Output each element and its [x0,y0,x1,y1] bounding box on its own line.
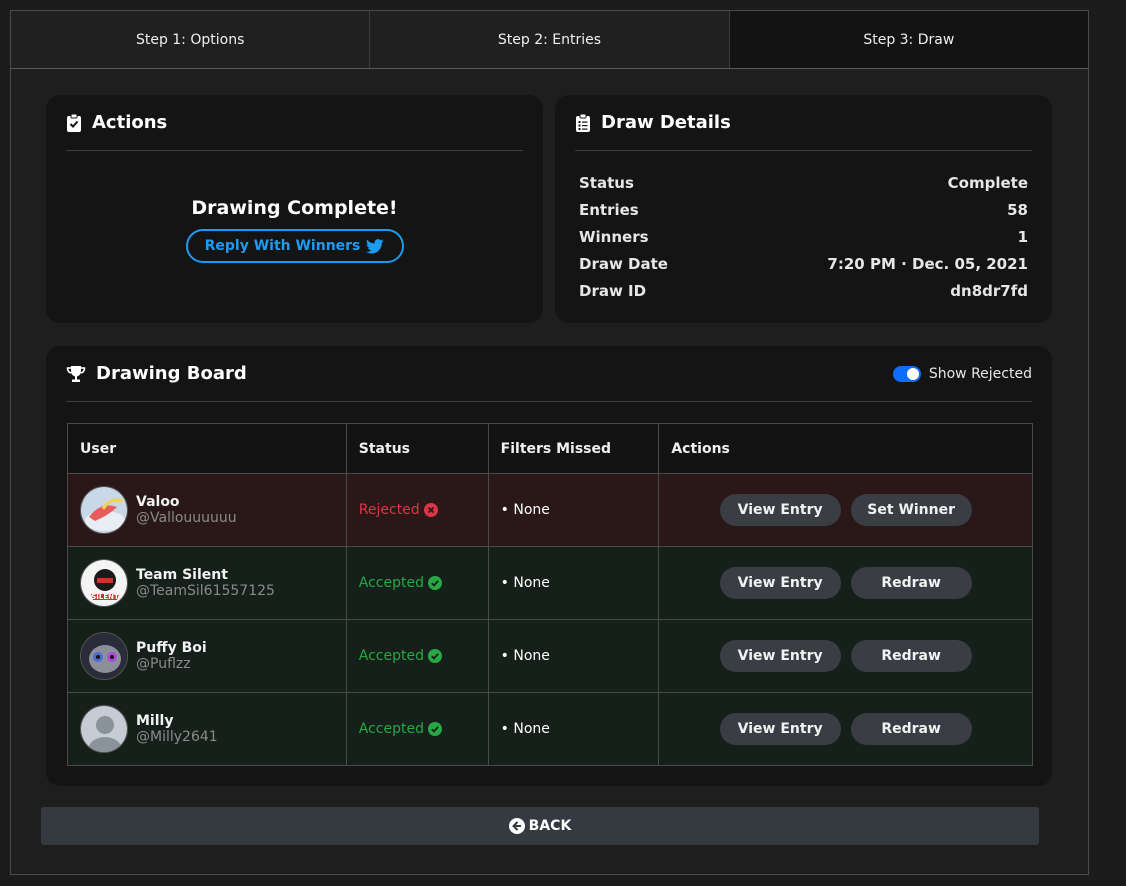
view-entry-button[interactable]: View Entry [719,713,841,745]
user-name: Puffy Boi [136,640,207,656]
detail-label: Winners [579,227,649,246]
column-header-user[interactable]: User [67,423,347,474]
actions-card: Actions Drawing Complete! Reply With Win… [46,95,543,323]
user-handle[interactable]: @TeamSil61557125 [136,583,275,599]
draw-wizard: Step 1: Options Step 2: Entries Step 3: … [10,10,1089,875]
avatar [80,486,128,534]
draw-details-header: Draw Details [575,95,1032,151]
table-row: Valoo @Vallouuuuuu Rejected • None View … [67,473,1033,547]
view-entry-button[interactable]: View Entry [719,567,841,599]
draw-details-card: Draw Details Status Complete Entries 58 … [555,95,1052,323]
table-row: Milly @Milly2641 Accepted • None View En… [67,692,1033,766]
back-button[interactable]: BACK [41,807,1039,845]
filters-missed: • None [487,546,660,620]
actions-card-header: Actions [66,95,523,151]
table-header-row: User Status Filters Missed Actions [67,423,1033,474]
arrow-circle-left-icon [508,818,525,834]
status-text: Accepted [358,721,424,737]
status-text: Rejected [358,502,420,518]
detail-label: Entries [579,200,639,219]
detail-value: Complete [947,173,1028,192]
user-handle[interactable]: @Vallouuuuuu [136,510,237,526]
detail-row-draw-id: Draw ID dn8dr7fd [579,277,1028,304]
user-name: Team Silent [136,567,228,583]
check-circle-icon [428,649,442,663]
show-rejected-control: Show Rejected [892,365,1032,382]
user-name: Milly [136,713,174,729]
back-label: BACK [528,818,572,834]
tab-step-3-draw[interactable]: Step 3: Draw [729,11,1088,68]
detail-label: Status [579,173,634,192]
check-circle-icon [428,722,442,736]
reply-with-winners-label: Reply With Winners [204,238,361,254]
avatar [80,705,128,753]
draw-details-list: Status Complete Entries 58 Winners 1 Dra… [579,169,1028,304]
user-handle[interactable]: @Milly2641 [136,729,218,745]
filters-missed: • None [487,619,660,693]
clipboard-check-icon [67,113,81,132]
view-entry-button[interactable]: View Entry [719,494,841,526]
actions-card-title: Actions [92,112,168,133]
user-name: Valoo [136,494,180,510]
detail-value: dn8dr7fd [950,281,1028,300]
step-tabs: Step 1: Options Step 2: Entries Step 3: … [11,11,1088,69]
drawing-complete-text: Drawing Complete! [191,197,398,219]
status-badge: Accepted [359,648,476,664]
tab-step-2-entries[interactable]: Step 2: Entries [370,11,730,68]
set-winner-button[interactable]: Set Winner [850,494,972,526]
avatar [80,632,128,680]
status-text: Accepted [358,648,424,664]
drawing-board-card: Drawing Board Show Rejected User Status … [46,346,1052,786]
check-circle-icon [428,576,442,590]
column-header-filters-missed[interactable]: Filters Missed [487,423,660,474]
detail-row-status: Status Complete [579,169,1028,196]
column-header-actions[interactable]: Actions [658,423,1033,474]
user-handle[interactable]: @Puflzz [136,656,207,672]
detail-row-entries: Entries 58 [579,196,1028,223]
redraw-button[interactable]: Redraw [850,640,972,672]
detail-label: Draw Date [579,254,668,273]
table-row: SILENT Team Silent @TeamSil61557125 Acce… [67,546,1033,620]
status-badge: Accepted [359,721,476,737]
twitter-icon [366,238,385,253]
table-row: Puffy Boi @Puflzz Accepted • None View E… [67,619,1033,693]
status-text: Accepted [358,575,424,591]
times-circle-icon [423,503,438,517]
filters-missed: • None [487,473,660,547]
show-rejected-label: Show Rejected [928,365,1032,382]
tab-step-1-options[interactable]: Step 1: Options [11,11,371,68]
reply-with-winners-button[interactable]: Reply With Winners [185,229,404,263]
status-badge: Rejected [359,502,476,518]
detail-row-winners: Winners 1 [579,223,1028,250]
detail-value: 7:20 PM · Dec. 05, 2021 [827,254,1028,273]
draw-details-title: Draw Details [601,112,731,133]
drawing-board-header: Drawing Board Show Rejected [66,346,1032,402]
column-header-status[interactable]: Status [345,423,489,474]
view-entry-button[interactable]: View Entry [719,640,841,672]
status-badge: Accepted [359,575,476,591]
detail-row-draw-date: Draw Date 7:20 PM · Dec. 05, 2021 [579,250,1028,277]
entries-table: User Status Filters Missed Actions Valoo… [67,423,1033,766]
detail-value: 1 [1017,227,1028,246]
clipboard-list-icon [576,113,590,132]
show-rejected-toggle[interactable] [892,365,921,382]
filters-missed: • None [487,692,660,766]
detail-value: 58 [1007,200,1028,219]
detail-label: Draw ID [579,281,647,300]
trophy-icon [66,365,86,382]
redraw-button[interactable]: Redraw [850,567,972,599]
svg-text:SILENT: SILENT [91,593,119,601]
drawing-board-title: Drawing Board [96,363,247,384]
avatar: SILENT [80,559,128,607]
redraw-button[interactable]: Redraw [850,713,972,745]
